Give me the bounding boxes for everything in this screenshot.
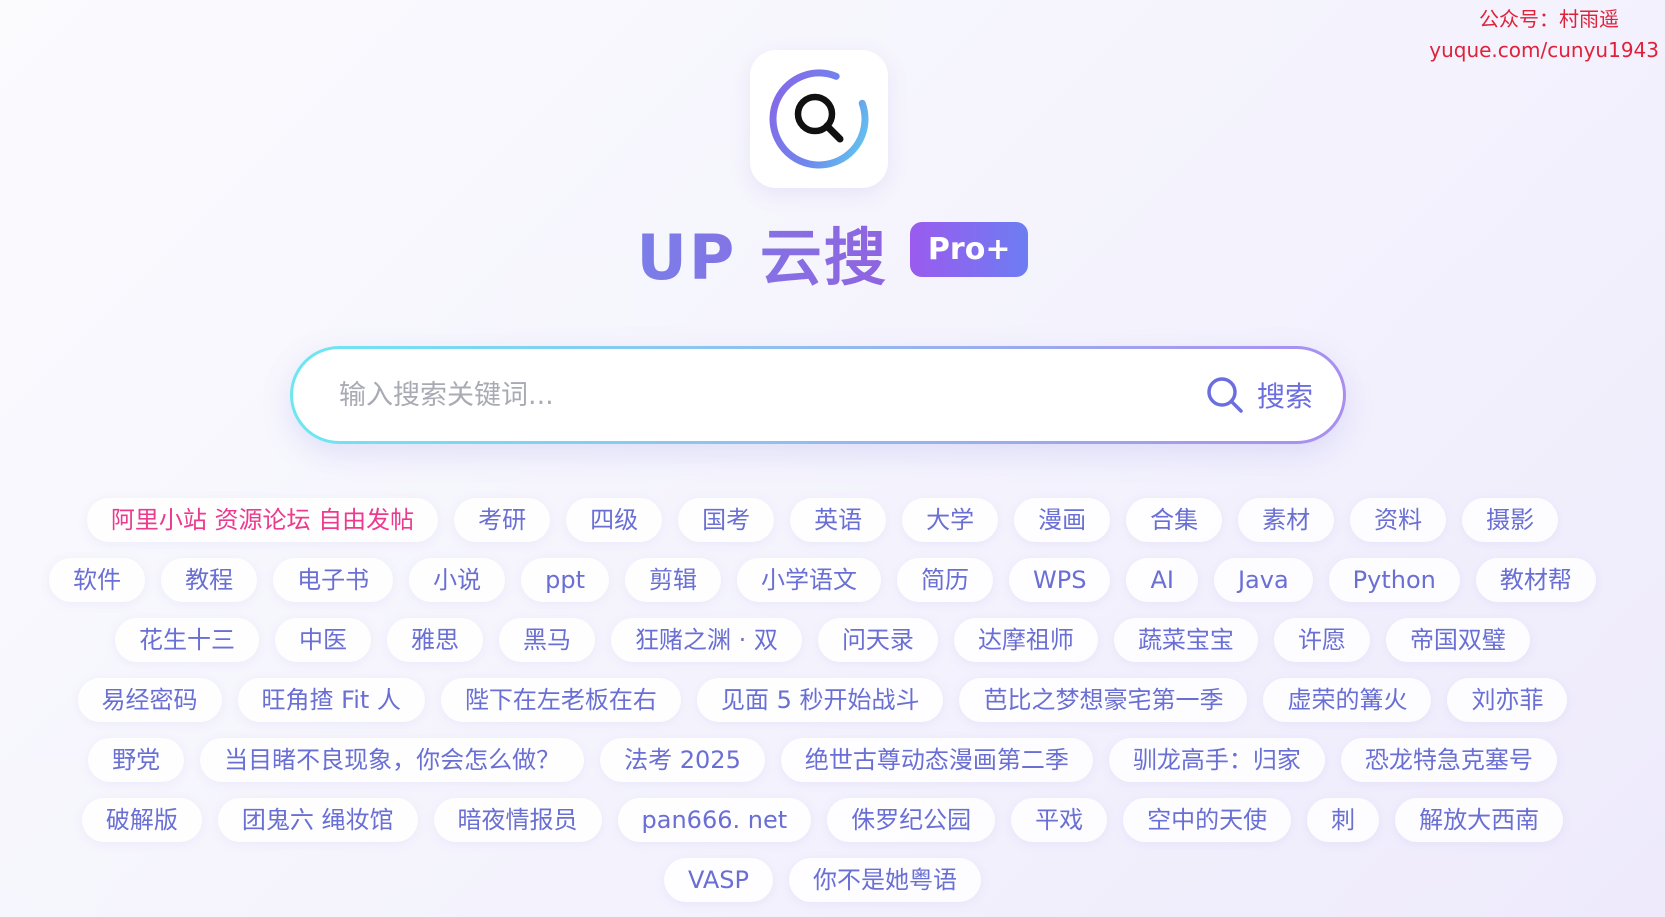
- watermark-line-2: yuque.com/cunyu1943: [1429, 38, 1659, 62]
- tag-chip[interactable]: 英语: [790, 498, 887, 542]
- tag-chip[interactable]: 国考: [678, 498, 775, 542]
- tag-chip[interactable]: 剪辑: [625, 558, 722, 602]
- tag-chip[interactable]: 易经密码: [77, 678, 222, 722]
- tag-chip[interactable]: 雅思: [387, 618, 484, 662]
- tag-chip[interactable]: 刘亦菲: [1447, 678, 1568, 722]
- tag-chip[interactable]: 野党: [88, 738, 185, 782]
- tag-chip[interactable]: 漫画: [1014, 498, 1111, 542]
- tag-chip[interactable]: WPS: [1009, 558, 1111, 602]
- tag-chip[interactable]: 教程: [161, 558, 258, 602]
- tag-chip[interactable]: 你不是她粤语: [789, 858, 981, 902]
- tag-chip[interactable]: 大学: [902, 498, 999, 542]
- tag-chip[interactable]: 花生十三: [115, 618, 260, 662]
- tag-chip[interactable]: Java: [1213, 558, 1313, 602]
- tag-chip[interactable]: 小学语文: [737, 558, 882, 602]
- tag-chip[interactable]: 教材帮: [1475, 558, 1596, 602]
- tag-chip[interactable]: Python: [1328, 558, 1460, 602]
- tag-chip[interactable]: 简历: [897, 558, 994, 602]
- tag-chip[interactable]: 考研: [454, 498, 551, 542]
- tag-chip[interactable]: 见面 5 秒开始战斗: [696, 678, 944, 722]
- tag-chip[interactable]: 软件: [49, 558, 146, 602]
- tag-chip[interactable]: 阿里小站 资源论坛 自由发帖: [86, 498, 439, 542]
- tag-chip[interactable]: 暗夜情报员: [433, 798, 602, 842]
- tag-chip[interactable]: 芭比之梦想豪宅第一季: [959, 678, 1248, 722]
- brand-header: UP 云搜 Pro+: [0, 212, 1665, 294]
- tag-chip[interactable]: 空中的天使: [1123, 798, 1292, 842]
- tag-chip[interactable]: 达摩祖师: [953, 618, 1098, 662]
- tag-chip[interactable]: 解放大西南: [1395, 798, 1564, 842]
- tag-chip[interactable]: 恐龙特急克塞号: [1340, 738, 1557, 782]
- tag-chip[interactable]: 侏罗纪公园: [827, 798, 996, 842]
- search-button-label: 搜索: [1256, 380, 1313, 413]
- watermark: 公众号：村雨遥 yuque.com/cunyu1943: [1429, 4, 1659, 66]
- search-input[interactable]: [337, 378, 1205, 412]
- pro-badge: Pro+: [909, 221, 1029, 277]
- tag-chip[interactable]: 当目睹不良现象，你会怎么做？: [200, 738, 585, 782]
- watermark-line-1: 公众号：村雨遥: [1479, 7, 1619, 31]
- search-button[interactable]: 搜索: [1205, 375, 1313, 415]
- tag-chip[interactable]: 旺角揸 Fit 人: [237, 678, 425, 722]
- tag-chip[interactable]: 小说: [409, 558, 506, 602]
- tag-chip[interactable]: 平戏: [1011, 798, 1108, 842]
- tag-chip[interactable]: 破解版: [81, 798, 202, 842]
- tag-chip[interactable]: 许愿: [1273, 618, 1370, 662]
- tag-chip[interactable]: 驯龙高手：归家: [1108, 738, 1325, 782]
- tag-chip[interactable]: 刺: [1307, 798, 1380, 842]
- search-bar: 搜索: [290, 346, 1346, 444]
- app-title: UP 云搜: [637, 207, 888, 297]
- tag-chip[interactable]: 资料: [1350, 498, 1447, 542]
- tag-chip[interactable]: 狂赌之渊 · 双: [611, 618, 802, 662]
- tag-chip[interactable]: 黑马: [499, 618, 596, 662]
- tag-chip[interactable]: 中医: [275, 618, 372, 662]
- tag-chip[interactable]: 素材: [1238, 498, 1335, 542]
- tag-chip[interactable]: 四级: [566, 498, 663, 542]
- tag-chip[interactable]: VASP: [663, 858, 773, 902]
- tag-chip[interactable]: 团鬼六 绳妆馆: [217, 798, 418, 842]
- tag-chip[interactable]: 绝世古尊动态漫画第二季: [780, 738, 1093, 782]
- tag-chip[interactable]: 法考 2025: [600, 738, 765, 782]
- tag-chip[interactable]: 蔬菜宝宝: [1113, 618, 1258, 662]
- tag-chip[interactable]: 陛下在左老板在右: [440, 678, 681, 722]
- tag-chip[interactable]: 帝国双璧: [1385, 618, 1530, 662]
- tag-chip[interactable]: 摄影: [1462, 498, 1559, 542]
- tag-chip[interactable]: 电子书: [273, 558, 394, 602]
- tag-chip[interactable]: AI: [1126, 558, 1198, 602]
- search-icon: [1207, 377, 1243, 413]
- tag-chip[interactable]: pan666. net: [617, 798, 812, 842]
- search-bar-inner: 搜索: [293, 349, 1343, 441]
- search-logo-icon: [769, 69, 869, 169]
- tag-chip[interactable]: 合集: [1126, 498, 1223, 542]
- hot-tags: 阿里小站 资源论坛 自由发帖 考研 四级 国考 英语 大学 漫画 合集 素材 资料 摄影软件 教程 电子…: [40, 498, 1605, 902]
- tag-chip[interactable]: 问天录: [817, 618, 938, 662]
- app-logo: [750, 50, 888, 188]
- tag-chip[interactable]: 虚荣的篝火: [1263, 678, 1432, 722]
- tag-chip[interactable]: ppt: [521, 558, 610, 602]
